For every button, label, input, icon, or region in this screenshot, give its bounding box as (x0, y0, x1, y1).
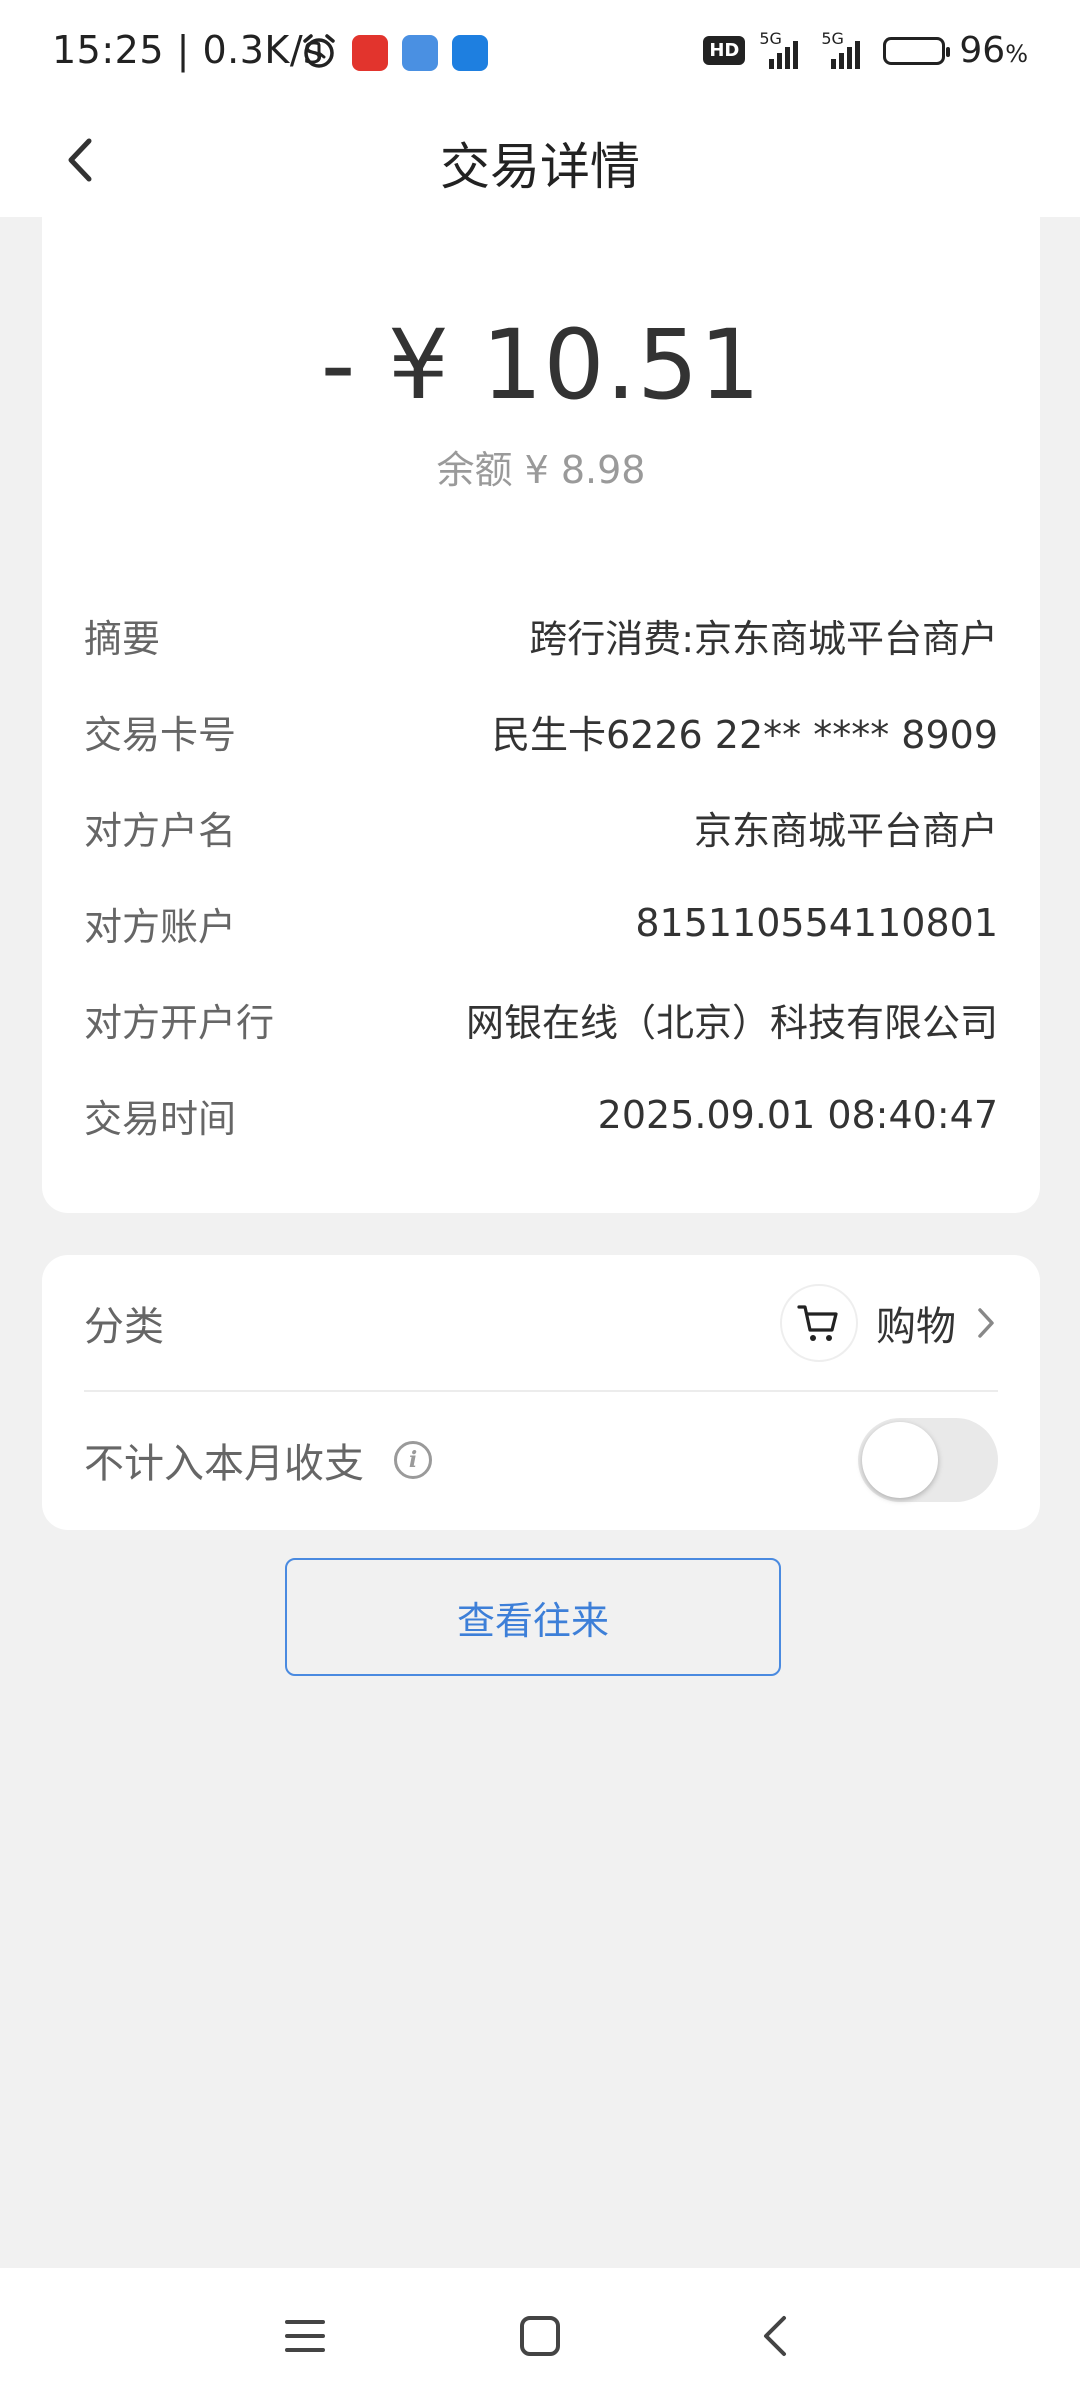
detail-row-payee-bank: 对方开户行 网银在线（北京）科技有限公司 (84, 971, 998, 1067)
back-arrow-icon (764, 2316, 786, 2356)
detail-value: 跨行消费:京东商城平台商户 (529, 616, 998, 661)
hd-badge: HD (703, 36, 746, 65)
system-nav-bar (0, 2268, 1080, 2400)
transaction-card: - ¥ 10.51 余额 ¥ 8.98 摘要 跨行消费:京东商城平台商户 交易卡号… (42, 217, 1040, 1213)
detail-value: 815110554110801 (635, 901, 998, 945)
detail-label: 交易时间 (84, 1096, 237, 1141)
detail-label: 对方开户行 (84, 1000, 275, 1045)
detail-label: 对方账户 (84, 904, 237, 949)
detail-label: 对方户名 (84, 808, 237, 853)
detail-value: 京东商城平台商户 (693, 808, 998, 853)
signal-5g-1-icon: 5G (759, 29, 807, 69)
chevron-right-icon (978, 1307, 994, 1338)
net-label-1: 5G (759, 28, 782, 48)
info-icon[interactable]: i (394, 1441, 432, 1479)
status-time-speed: 15:25 | 0.3K/s (52, 28, 324, 72)
menu-icon (285, 2320, 325, 2352)
battery-percent: 96% (959, 30, 1028, 71)
home-button[interactable] (510, 2306, 570, 2366)
detail-row-payee-name: 对方户名 京东商城平台商户 (84, 779, 998, 875)
detail-label: 摘要 (84, 616, 161, 661)
page-title: 交易详情 (440, 138, 640, 196)
balance-value: ¥ 8.98 (524, 448, 646, 492)
header: 交易详情 (0, 105, 1080, 217)
status-bar: 15:25 | 0.3K/s HD 5G 5G 96% (0, 0, 1080, 105)
bank-app-icon (452, 35, 488, 71)
detail-row-time: 交易时间 2025.09.01 08:40:47 (84, 1067, 998, 1163)
category-label: 分类 (84, 1303, 164, 1350)
menu-button[interactable] (275, 2306, 335, 2366)
balance: 余额 ¥ 8.98 (42, 439, 1040, 494)
detail-row-payee-account: 对方账户 815110554110801 (84, 875, 998, 971)
card-app-icon (402, 35, 438, 71)
exclude-toggle[interactable] (858, 1418, 998, 1502)
detail-value: 民生卡6226 22** **** 8909 (491, 712, 998, 757)
transaction-amount: - ¥ 10.51 (320, 309, 762, 421)
status-right-group: HD 5G 5G 96% (703, 29, 1028, 71)
net-label-2: 5G (821, 28, 844, 48)
balance-label: 余额 (436, 448, 513, 492)
exclude-row: 不计入本月收支 i (84, 1392, 998, 1528)
alarm-icon (300, 32, 338, 74)
category-value-group: 购物 (780, 1283, 998, 1362)
category-card: 分类 购物 不计入本月收支 i (42, 1255, 1040, 1530)
battery-icon (883, 36, 951, 65)
nav-back-button[interactable] (745, 2306, 805, 2366)
signal-5g-2-icon: 5G (821, 29, 869, 69)
detail-label: 交易卡号 (84, 712, 237, 757)
category-row[interactable]: 分类 购物 (84, 1255, 998, 1392)
category-value: 购物 (876, 1303, 956, 1350)
detail-rows: 摘要 跨行消费:京东商城平台商户 交易卡号 民生卡6226 22** **** … (84, 587, 998, 1163)
exclude-label-group: 不计入本月收支 i (84, 1431, 432, 1489)
view-history-button[interactable]: 查看往来 (285, 1558, 781, 1676)
status-notification-icons (300, 32, 488, 74)
detail-row-summary: 摘要 跨行消费:京东商城平台商户 (84, 587, 998, 683)
shopping-cart-icon (780, 1283, 858, 1362)
detail-value: 网银在线（北京）科技有限公司 (465, 1000, 998, 1045)
toutiao-icon (352, 35, 388, 71)
toggle-knob (862, 1422, 938, 1498)
home-square-icon (520, 2316, 560, 2356)
exclude-label: 不计入本月收支 (84, 1441, 364, 1487)
detail-row-card: 交易卡号 民生卡6226 22** **** 8909 (84, 683, 998, 779)
detail-value: 2025.09.01 08:40:47 (597, 1093, 998, 1137)
